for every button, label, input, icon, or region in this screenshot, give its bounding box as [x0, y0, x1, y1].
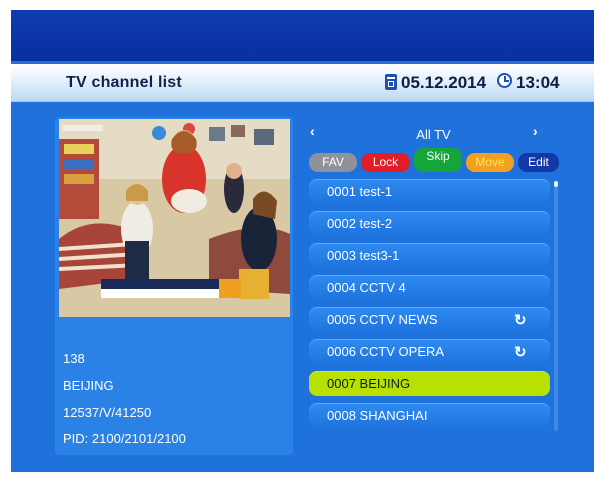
channel-row[interactable]: 0006 CCTV OPERA ↻: [309, 339, 550, 364]
channel-row[interactable]: 0004 CCTV 4: [309, 275, 550, 300]
tv-bezel: TV channel list 05.12.2014 13:04 138 BEI…: [0, 0, 606, 478]
channel-row-selected[interactable]: 0007 BEIJING: [309, 371, 550, 396]
fav-button[interactable]: FAV: [309, 153, 357, 172]
lock-button[interactable]: Lock: [361, 153, 410, 172]
skip-button[interactable]: Skip: [414, 148, 462, 172]
calendar-icon: [385, 74, 397, 90]
channel-name: BEIJING: [63, 378, 114, 393]
channel-label: 0008 SHANGHAI: [327, 408, 428, 423]
channel-label: 0006 CCTV OPERA: [327, 344, 445, 359]
channel-label: 0007 BEIJING: [327, 376, 411, 391]
channel-number: 138: [63, 351, 85, 366]
header-time: 13:04: [516, 73, 560, 92]
scroll-thumb[interactable]: [554, 181, 558, 187]
skip-arrow-icon: ↻: [514, 344, 527, 361]
channel-row[interactable]: 0001 test-1: [309, 179, 550, 204]
group-next-arrow[interactable]: ›: [533, 123, 538, 139]
channel-label: 0004 CCTV 4: [327, 280, 406, 295]
channel-label: 0002 test-2: [327, 216, 393, 231]
header-bar: TV channel list 05.12.2014 13:04: [11, 64, 594, 102]
channel-label: 0001 test-1: [327, 184, 393, 199]
page-title: TV channel list: [66, 74, 182, 91]
channel-info-panel: 138 BEIJING 12537/V/41250 PID: 2100/2101…: [55, 117, 293, 455]
channel-row[interactable]: 0003 test3-1: [309, 243, 550, 268]
clock-icon: [497, 73, 512, 88]
channel-label: 0005 CCTV NEWS: [327, 312, 438, 327]
channel-row[interactable]: 0005 CCTV NEWS ↻: [309, 307, 550, 332]
edit-button[interactable]: Edit: [518, 153, 559, 172]
top-band: [11, 10, 594, 61]
video-preview: [59, 119, 290, 317]
channel-frequency: 12537/V/41250: [63, 405, 152, 420]
group-label: All TV: [416, 127, 451, 142]
skip-arrow-icon: ↻: [514, 312, 527, 329]
channel-pid: PID: 2100/2101/2100: [63, 431, 186, 446]
channel-row[interactable]: 0002 test-2: [309, 211, 550, 236]
tv-screen: TV channel list 05.12.2014 13:04 138 BEI…: [11, 10, 594, 472]
channel-row[interactable]: 0008 SHANGHAI: [309, 403, 550, 428]
header-date: 05.12.2014: [401, 73, 487, 92]
channel-list-panel: ‹ All TV › FAV Lock Skip Move Edit 0001 …: [306, 117, 561, 435]
channel-list-scrollbar[interactable]: [554, 181, 558, 431]
move-button[interactable]: Move: [466, 153, 514, 172]
channel-label: 0003 test3-1: [327, 248, 400, 263]
